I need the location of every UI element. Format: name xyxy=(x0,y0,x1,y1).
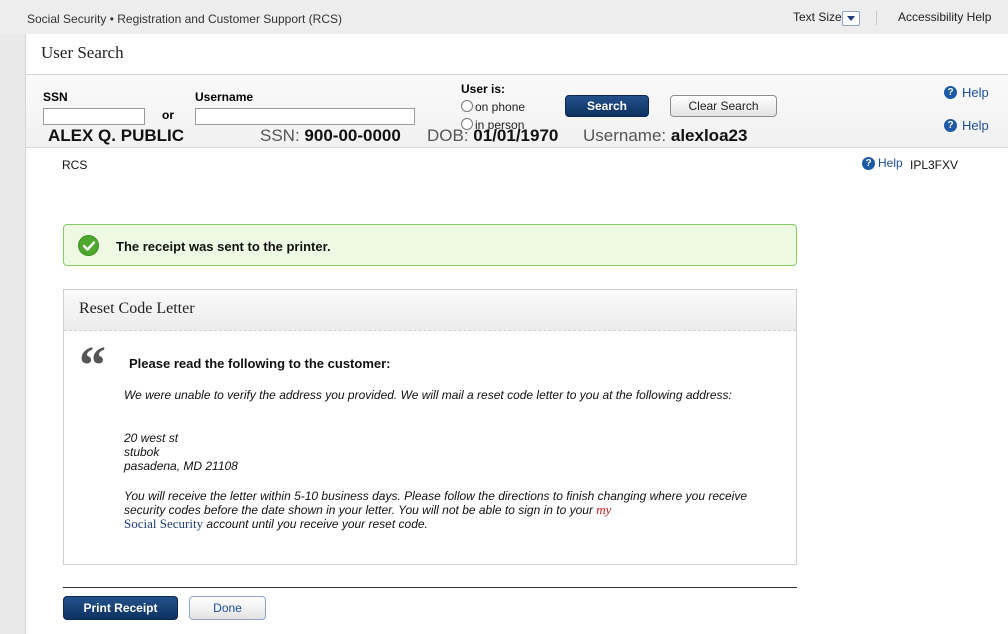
user-search-header: User Search xyxy=(26,34,1008,75)
done-button[interactable]: Done xyxy=(189,596,266,620)
help-icon: ? xyxy=(944,86,957,99)
quote-icon: “ xyxy=(79,335,106,395)
paragraph-text: account until you receive your reset cod… xyxy=(206,517,428,531)
address-line: 20 west st xyxy=(124,431,179,445)
instruction-heading: Please read the following to the custome… xyxy=(129,356,391,371)
section-help-link[interactable]: ? Help xyxy=(862,156,903,170)
or-label: or xyxy=(162,108,174,122)
on-phone-option[interactable]: on phone xyxy=(461,100,525,114)
customer-help-link[interactable]: ? Help xyxy=(944,118,989,133)
alert-message: The receipt was sent to the printer. xyxy=(116,239,331,254)
username-field-label: Username: xyxy=(583,126,667,145)
on-phone-radio[interactable] xyxy=(461,100,473,112)
page-title: User Search xyxy=(41,43,124,62)
ssn-label: SSN xyxy=(43,90,68,104)
dob-value: 01/01/1970 xyxy=(473,126,559,145)
ssn-input[interactable] xyxy=(43,108,145,125)
app-title: Social Security • Registration and Custo… xyxy=(27,12,342,26)
card-header: Reset Code Letter xyxy=(64,290,796,331)
mailing-address: 20 west st stubok pasadena, MD 21108 xyxy=(124,431,784,473)
divider xyxy=(876,11,877,25)
username-input[interactable] xyxy=(195,108,415,125)
reset-code-letter-card: Reset Code Letter “ Please read the foll… xyxy=(63,289,797,565)
address-line: pasadena, MD 21108 xyxy=(124,459,238,473)
help-label: Help xyxy=(962,118,989,133)
search-button[interactable]: Search xyxy=(565,95,649,117)
dob-field-label: DOB: xyxy=(427,126,469,145)
letter-paragraph-1: We were unable to verify the address you… xyxy=(124,388,732,402)
address-line: stubok xyxy=(124,445,160,459)
ssn-field-label: SSN: xyxy=(260,126,300,145)
search-help-link[interactable]: ? Help xyxy=(944,85,989,100)
help-icon: ? xyxy=(862,156,875,170)
letter-paragraph-3: You will receive the letter within 5-10 … xyxy=(124,489,784,531)
clear-search-button[interactable]: Clear Search xyxy=(670,95,777,117)
reference-code: IPL3FXV xyxy=(910,158,959,172)
customer-name: ALEX Q. PUBLIC xyxy=(48,126,185,145)
section-label: RCS xyxy=(62,158,88,172)
help-icon: ? xyxy=(944,119,957,132)
accessibility-help-link[interactable]: Accessibility Help xyxy=(898,10,991,24)
username-value: alexloa23 xyxy=(670,126,748,145)
ssn-value: 900-00-0000 xyxy=(304,126,401,145)
main-panel: User Search SSN or Username User is: on … xyxy=(25,34,1008,634)
username-label: Username xyxy=(195,90,254,104)
my-social-security-my: my xyxy=(596,502,612,517)
card-title: Reset Code Letter xyxy=(79,300,195,317)
help-label: Help xyxy=(878,156,903,170)
divider xyxy=(63,587,797,588)
help-label: Help xyxy=(962,85,989,100)
my-social-security-name: Social Security xyxy=(124,516,204,531)
on-phone-label: on phone xyxy=(475,100,526,114)
customer-ssn: SSN: 900-00-0000 xyxy=(260,126,401,146)
text-size-label: Text Size xyxy=(793,10,842,24)
check-circle-icon xyxy=(78,235,99,256)
user-is-label: User is: xyxy=(461,82,506,96)
customer-dob: DOB: 01/01/1970 xyxy=(427,126,558,146)
success-alert: The receipt was sent to the printer. xyxy=(63,224,797,266)
paragraph-text: You will receive the letter within 5-10 … xyxy=(124,489,748,517)
top-bar: Social Security • Registration and Custo… xyxy=(0,0,1008,34)
text-size-dropdown[interactable] xyxy=(842,11,860,26)
print-receipt-button[interactable]: Print Receipt xyxy=(63,596,178,620)
customer-username: Username: alexloa23 xyxy=(583,126,747,146)
chevron-down-icon xyxy=(847,16,855,21)
